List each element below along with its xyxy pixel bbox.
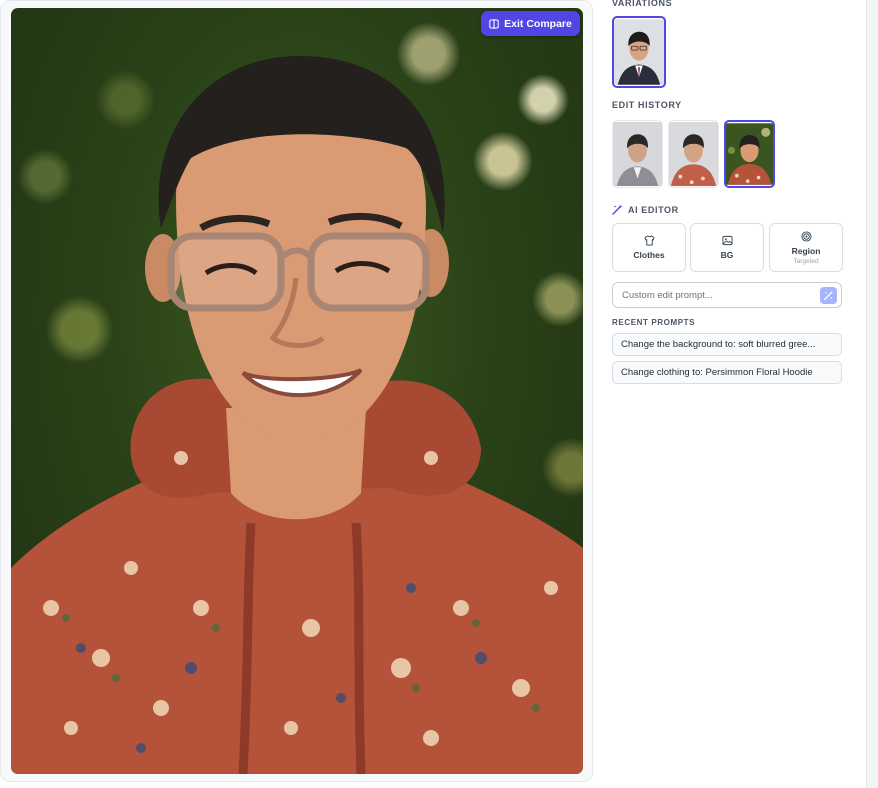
magic-wand-icon: [823, 290, 834, 301]
bg-tool-label: BG: [720, 250, 734, 260]
bg-tool-button[interactable]: BG: [690, 223, 764, 272]
recent-prompt-item[interactable]: Change the background to: soft blurred g…: [612, 333, 842, 356]
history-thumbnail-clothes[interactable]: [668, 120, 719, 188]
region-tool-button[interactable]: Region Targeted: [769, 223, 843, 272]
compare-icon: [489, 18, 499, 29]
history-thumbnail-original[interactable]: [612, 120, 663, 188]
hoodie-grey-bg-thumbnail: [669, 121, 718, 187]
apply-prompt-button[interactable]: [820, 287, 837, 304]
suit-portrait-thumbnail: [614, 19, 664, 85]
target-icon: [800, 230, 812, 242]
variations-heading: VARIATIONS: [612, 0, 673, 8]
exit-compare-button[interactable]: Exit Compare: [481, 11, 580, 36]
region-tool-label: Region: [791, 245, 821, 256]
image-icon: [721, 235, 733, 246]
custom-prompt-field: [612, 282, 842, 308]
custom-prompt-input[interactable]: [622, 288, 812, 303]
ai-editor-title: AI EDITOR: [628, 204, 679, 215]
image-compare-card: Exit Compare: [0, 0, 593, 782]
panel-scrollbar[interactable]: [866, 0, 878, 788]
portrait-illustration: [11, 55, 583, 774]
region-tool-sublabel: Targeted: [793, 257, 819, 265]
variation-thumbnail[interactable]: [612, 16, 666, 88]
recent-prompts-heading: RECENT PROMPTS: [612, 318, 696, 327]
ai-editor-heading: AI EDITOR: [612, 204, 679, 215]
shirt-icon: [643, 235, 655, 246]
recent-prompt-item[interactable]: Change clothing to: Persimmon Floral Hoo…: [612, 361, 842, 384]
clothes-tool-button[interactable]: Clothes: [612, 223, 686, 272]
clothes-tool-label: Clothes: [633, 250, 665, 260]
exit-compare-label: Exit Compare: [504, 17, 572, 30]
edit-history-heading: EDIT HISTORY: [612, 100, 682, 110]
magic-wand-icon: [612, 204, 623, 215]
edited-portrait-photo: [11, 8, 583, 774]
history-thumbnail-current[interactable]: [724, 120, 775, 188]
hoodie-green-bg-thumbnail: [726, 123, 773, 185]
original-portrait-thumbnail: [613, 121, 662, 187]
